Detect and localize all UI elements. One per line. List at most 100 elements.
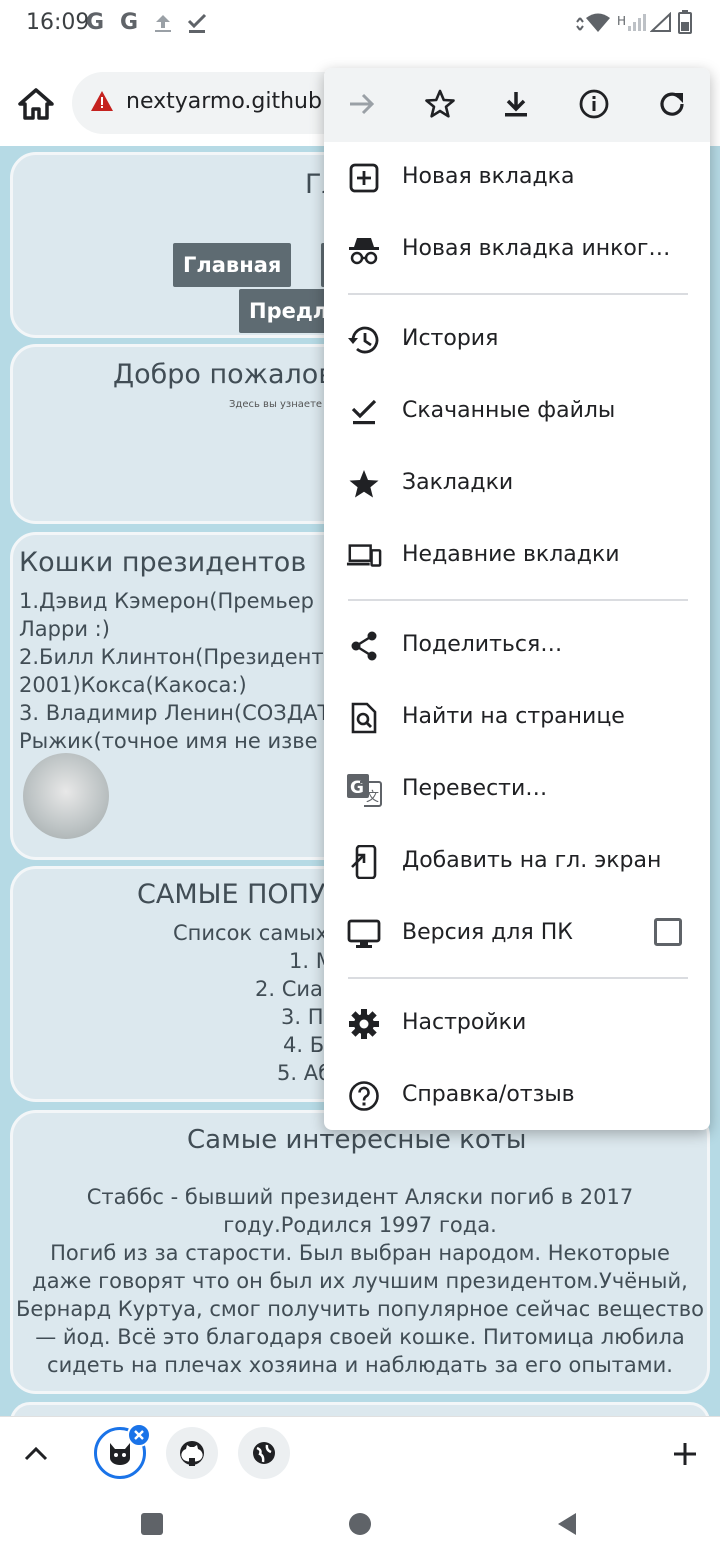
github-icon xyxy=(180,1441,204,1466)
presidents-line: 1.Дэвид Кэмерон(Премьер xyxy=(19,589,314,613)
google-icon: G xyxy=(86,10,105,35)
battery-icon xyxy=(678,10,692,34)
presidents-title: Кошки президентов xyxy=(19,547,307,578)
interesting-line: Стаббс - бывший президент Аляски погиб в… xyxy=(86,1185,634,1209)
close-tab-icon[interactable] xyxy=(127,1423,151,1447)
menu-item-label: Версия для ПК xyxy=(402,920,573,945)
menu-item-label: История xyxy=(402,326,499,351)
menu-action-bar xyxy=(324,68,710,142)
signal-2-icon xyxy=(650,12,671,32)
chevron-up-icon[interactable] xyxy=(22,1443,50,1463)
popular-item: 3. П xyxy=(281,1005,324,1029)
not-secure-warning-icon[interactable] xyxy=(90,90,114,112)
menu-item-label: Найти на странице xyxy=(402,704,625,729)
home-icon[interactable] xyxy=(14,82,58,126)
interesting-line: сидеть на плечах хозяина и наблюдать за … xyxy=(47,1353,673,1377)
menu-item-find-in-page[interactable]: Найти на странице xyxy=(324,682,710,754)
download-done-icon xyxy=(187,13,207,33)
new-tab-plus-icon[interactable] xyxy=(672,1441,698,1467)
wifi-icon xyxy=(576,13,610,32)
svg-text:文: 文 xyxy=(366,790,379,805)
menu-item-incognito[interactable]: Новая вкладка инког… xyxy=(324,214,710,286)
interesting-line: — йод. Всё это благодаря своей кошке. Пи… xyxy=(35,1325,685,1349)
menu-item-label: Настройки xyxy=(402,1010,527,1035)
lenin-photo xyxy=(23,753,109,839)
recents-button-icon[interactable] xyxy=(141,1513,163,1535)
recent-tabs-icon xyxy=(346,538,382,574)
next-card xyxy=(10,1402,710,1416)
interesting-line: году.Родился 1997 года. xyxy=(223,1213,497,1237)
cat-favicon-icon xyxy=(110,1443,130,1465)
menu-divider xyxy=(348,977,688,979)
tab-github[interactable] xyxy=(166,1427,218,1479)
menu-item-translate[interactable]: G文 Перевести… xyxy=(324,754,710,826)
bookmarks-icon xyxy=(346,466,382,502)
system-nav-bar xyxy=(0,1488,720,1560)
popular-item: 5. Аб xyxy=(277,1061,332,1085)
interesting-line: Бернард Куртуа, смог получить популярное… xyxy=(16,1297,704,1321)
menu-item-label: Поделиться… xyxy=(402,632,563,657)
menu-item-downloads[interactable]: Скачанные файлы xyxy=(324,376,710,448)
globe-icon xyxy=(253,1442,275,1464)
welcome-title: Добро пожалов xyxy=(113,359,335,390)
find-in-page-icon xyxy=(346,700,382,736)
reload-icon[interactable] xyxy=(652,84,692,124)
menu-item-share[interactable]: Поделиться… xyxy=(324,610,710,682)
signal-icon xyxy=(628,14,646,31)
nav-home-button[interactable]: Главная xyxy=(173,243,292,287)
presidents-line: 2001)Кокса(Какоса:) xyxy=(19,673,247,697)
add-to-home-icon xyxy=(346,844,382,880)
interesting-text: Стаббс - бывший президент Аляски погиб в… xyxy=(13,1183,707,1379)
help-icon xyxy=(346,1078,382,1114)
incognito-icon xyxy=(346,232,382,268)
interesting-line: Погиб из за старости. Был выбран народом… xyxy=(50,1241,670,1265)
presidents-line: Рыжик(точное имя не изве xyxy=(19,729,318,753)
interesting-cats-card: Самые интересные коты Стаббс - бывший пр… xyxy=(10,1110,710,1394)
tab-globe[interactable] xyxy=(238,1427,290,1479)
menu-item-label: Перевести… xyxy=(402,776,548,801)
google-icon: G xyxy=(120,10,139,35)
menu-divider xyxy=(348,599,688,601)
interesting-line: даже говорят что он был их лучшим презид… xyxy=(32,1269,688,1293)
menu-item-desktop-site[interactable]: Версия для ПК xyxy=(324,898,710,970)
popular-item: 4. Б xyxy=(283,1033,325,1057)
forward-icon[interactable] xyxy=(342,84,382,124)
presidents-line: 3. Владимир Ленин(СОЗДАТ xyxy=(19,701,331,725)
url-text[interactable]: nextyarmo.github.i xyxy=(126,89,335,114)
presidents-line: 2.Билл Клинтон(Президент xyxy=(19,645,324,669)
new-tab-icon xyxy=(346,160,382,196)
menu-item-label: Закладки xyxy=(402,470,514,495)
desktop-icon xyxy=(346,916,382,952)
welcome-subtitle: Здесь вы узнаете xyxy=(229,399,323,410)
popular-title: САМЫЕ ПОПУ xyxy=(137,879,326,910)
menu-item-recent-tabs[interactable]: Недавние вкладки xyxy=(324,520,710,592)
upload-icon xyxy=(155,15,171,32)
menu-item-label: Справка/отзыв xyxy=(402,1082,575,1107)
download-icon[interactable] xyxy=(496,84,536,124)
presidents-line: Ларри :) xyxy=(19,617,110,641)
menu-item-label: Новая вкладка xyxy=(402,164,575,189)
home-button-icon[interactable] xyxy=(349,1513,371,1535)
menu-divider xyxy=(348,293,688,295)
status-time: 16:09 xyxy=(26,10,90,35)
menu-item-label: Скачанные файлы xyxy=(402,398,616,423)
menu-item-add-to-home[interactable]: Добавить на гл. экран xyxy=(324,826,710,898)
network-type: H xyxy=(617,14,627,28)
menu-item-settings[interactable]: Настройки xyxy=(324,988,710,1060)
tab-strip xyxy=(0,1416,720,1488)
menu-item-history[interactable]: История xyxy=(324,304,710,376)
menu-item-new-tab[interactable]: Новая вкладка xyxy=(324,142,710,214)
settings-icon xyxy=(346,1006,382,1042)
menu-item-bookmarks[interactable]: Закладки xyxy=(324,448,710,520)
overflow-menu: Новая вкладка Новая вкладка инког… Истор… xyxy=(324,68,710,1130)
back-button-icon[interactable] xyxy=(554,1511,580,1537)
bookmark-star-icon[interactable] xyxy=(420,84,460,124)
menu-item-label: Новая вкладка инког… xyxy=(402,236,671,261)
menu-item-label: Добавить на гл. экран xyxy=(402,848,662,873)
menu-item-label: Недавние вкладки xyxy=(402,542,620,567)
status-bar: 16:09 G G H xyxy=(0,0,720,48)
desktop-site-checkbox[interactable] xyxy=(654,918,682,946)
info-icon[interactable] xyxy=(574,84,614,124)
popular-intro: Список самых xyxy=(173,921,329,945)
menu-item-help[interactable]: Справка/отзыв xyxy=(324,1060,710,1130)
